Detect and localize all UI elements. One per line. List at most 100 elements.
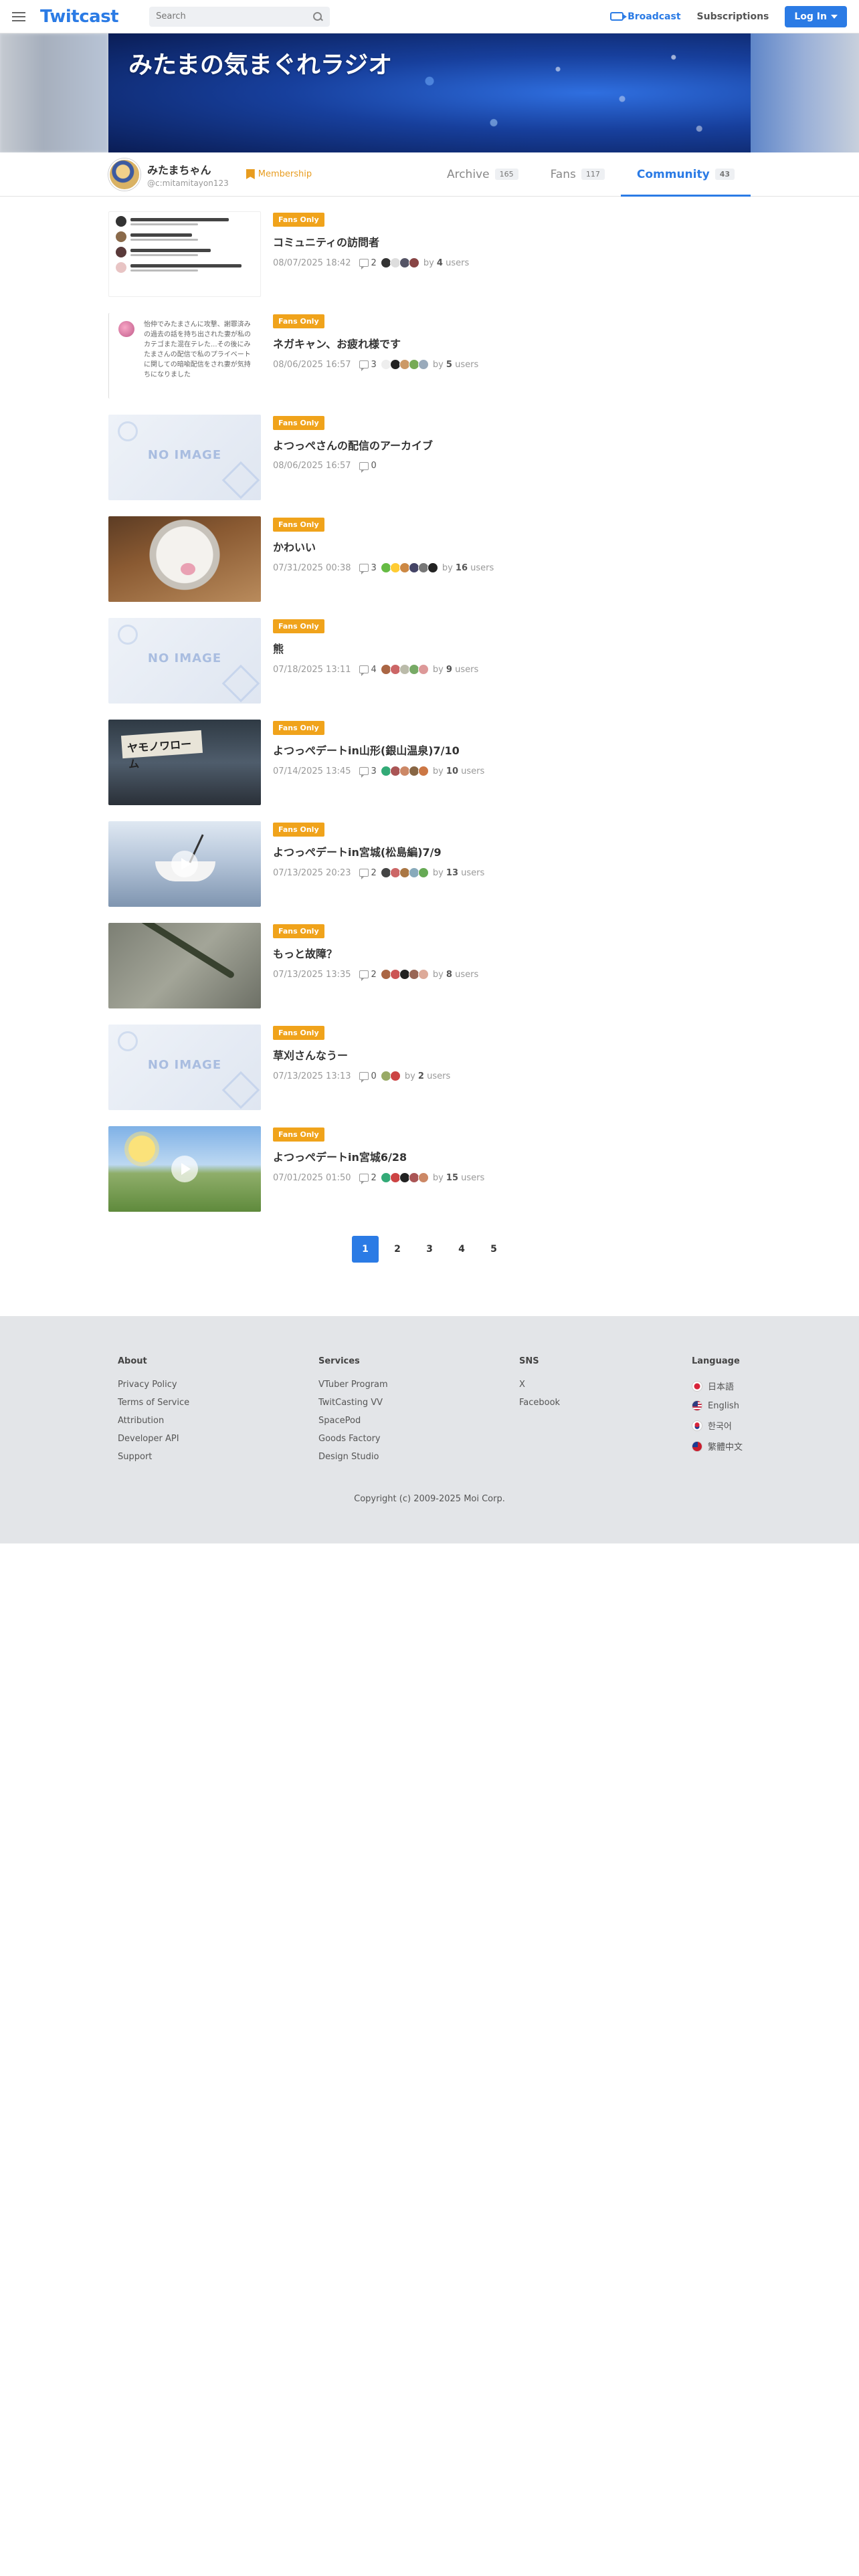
play-icon[interactable] (171, 851, 198, 877)
footer-about: About Privacy Policy Terms of Service At… (118, 1356, 318, 1470)
user-avatars (380, 867, 429, 878)
comment-icon (359, 461, 369, 473)
page-button[interactable]: 3 (416, 1236, 443, 1263)
play-icon[interactable] (171, 1156, 198, 1182)
fans-only-badge: Fans Only (273, 518, 324, 532)
post-thumbnail[interactable]: 怡仲でみたまさんに攻撃、謝罪済みの過去の話を持ち出された妻が私のカテゴまた混在テ… (108, 313, 261, 399)
search-icon[interactable] (312, 11, 323, 22)
post-date: 08/07/2025 18:42 (273, 257, 351, 268)
post-title[interactable]: 草刈さんなうー (273, 1047, 450, 1063)
logo[interactable]: Twitcast (40, 7, 119, 27)
avatar[interactable] (108, 158, 140, 191)
broadcast-button[interactable]: Broadcast (610, 11, 681, 22)
post-title[interactable]: よつっぺデートin宮城(松島編)7/9 (273, 843, 484, 859)
post-meta: 08/06/2025 16:57 0 (273, 461, 433, 473)
post-date: 07/18/2025 13:11 (273, 664, 351, 675)
post-thumbnail[interactable] (108, 1126, 261, 1212)
list-item[interactable]: NO IMAGE Fans Only 熊 07/18/2025 13:11 4 … (108, 603, 751, 705)
login-button[interactable]: Log In (785, 5, 847, 27)
thumbnail-text: ヤモノワローム (126, 737, 192, 771)
list-item[interactable]: Fans Only コミュニティの訪問者 08/07/2025 18:42 2 … (108, 197, 751, 298)
post-title[interactable]: もっと故障？ (273, 945, 478, 961)
comment-icon (359, 1072, 369, 1083)
footer-link[interactable]: Design Studio (318, 1452, 519, 1462)
post-title[interactable]: 熊 (273, 640, 478, 656)
language-option[interactable]: English (692, 1400, 859, 1411)
page-button[interactable]: 4 (448, 1236, 475, 1263)
list-item[interactable]: 怡仲でみたまさんに攻撃、謝罪済みの過去の話を持ち出された妻が私のカテゴまた混在テ… (108, 298, 751, 400)
footer-link[interactable]: Developer API (118, 1434, 318, 1444)
fans-only-badge: Fans Only (273, 213, 324, 227)
language-option[interactable]: 繁體中文 (692, 1440, 859, 1453)
comment-count: 2 (371, 867, 377, 878)
hamburger-menu-icon[interactable] (12, 8, 29, 25)
post-thumbnail[interactable]: NO IMAGE (108, 415, 261, 500)
list-item[interactable]: NO IMAGE Fans Only 草刈さんなうー 07/13/2025 13… (108, 1010, 751, 1111)
post-date: 07/31/2025 00:38 (273, 562, 351, 573)
subscriptions-link[interactable]: Subscriptions (697, 11, 769, 22)
list-item[interactable]: Fans Only もっと故障？ 07/13/2025 13:35 2 by 8… (108, 908, 751, 1010)
list-item[interactable]: ヤモノワローム Fans Only よつっぺデートin山形(銀山温泉)7/10 … (108, 705, 751, 807)
post-thumbnail[interactable] (108, 516, 261, 602)
post-title[interactable]: よつっぺさんの配信のアーカイブ (273, 437, 433, 453)
footer-link[interactable]: Support (118, 1452, 318, 1462)
users-count: by 10 users (432, 766, 485, 776)
footer-link[interactable]: SpacePod (318, 1416, 519, 1426)
footer-link[interactable]: Privacy Policy (118, 1380, 318, 1390)
broadcast-label: Broadcast (628, 11, 681, 22)
us-flag-icon (692, 1400, 702, 1411)
list-item[interactable]: Fans Only よつっぺデートin宮城(松島編)7/9 07/13/2025… (108, 807, 751, 908)
fans-only-badge: Fans Only (273, 1128, 324, 1142)
post-thumbnail[interactable]: NO IMAGE (108, 618, 261, 704)
post-meta: 08/07/2025 18:42 2 by 4 users (273, 257, 470, 270)
profile-name[interactable]: みたまちゃん (147, 161, 229, 177)
list-item[interactable]: NO IMAGE Fans Only よつっぺさんの配信のアーカイブ 08/06… (108, 400, 751, 502)
post-thumbnail[interactable] (108, 821, 261, 907)
language-option[interactable]: 日本語 (692, 1380, 859, 1392)
comment-icon (359, 259, 369, 270)
users-count: by 2 users (404, 1071, 451, 1081)
comment-count: 3 (371, 766, 377, 776)
post-title[interactable]: よつっぺデートin山形(銀山温泉)7/10 (273, 742, 484, 758)
post-meta: 07/13/2025 20:23 2 by 13 users (273, 867, 484, 879)
page-button[interactable]: 5 (480, 1236, 507, 1263)
footer-link[interactable]: TwitCasting VV (318, 1398, 519, 1408)
post-title[interactable]: かわいい (273, 538, 494, 554)
post-thumbnail[interactable]: NO IMAGE (108, 1025, 261, 1110)
search-bar[interactable] (149, 6, 330, 27)
tab-archive[interactable]: Archive 165 (431, 152, 535, 196)
membership-label: Membership (258, 169, 312, 179)
comment-count: 2 (371, 1172, 377, 1183)
language-option[interactable]: 한국어 (692, 1419, 859, 1432)
footer-link[interactable]: Goods Factory (318, 1434, 519, 1444)
page-button[interactable]: 2 (384, 1236, 411, 1263)
footer-link[interactable]: Terms of Service (118, 1398, 318, 1408)
tab-count: 117 (581, 169, 605, 180)
post-date: 08/06/2025 16:57 (273, 461, 351, 471)
list-item[interactable]: Fans Only よつっぺデートin宮城6/28 07/01/2025 01:… (108, 1111, 751, 1213)
post-thumbnail[interactable]: ヤモノワローム (108, 720, 261, 805)
post-thumbnail[interactable] (108, 211, 261, 297)
post-date: 07/13/2025 13:35 (273, 969, 351, 980)
post-thumbnail[interactable] (108, 923, 261, 1008)
banner-blur-left (0, 33, 108, 152)
tab-fans[interactable]: Fans 117 (535, 152, 621, 196)
users-count: by 8 users (432, 969, 479, 980)
search-input[interactable] (156, 11, 313, 21)
post-date: 07/01/2025 01:50 (273, 1172, 351, 1183)
page-button[interactable]: 1 (352, 1236, 379, 1263)
footer-link[interactable]: X (519, 1380, 692, 1390)
fans-only-badge: Fans Only (273, 619, 324, 633)
tab-community[interactable]: Community 43 (620, 152, 751, 197)
list-item[interactable]: Fans Only かわいい 07/31/2025 00:38 3 by 16 … (108, 502, 751, 603)
comment-icon (359, 1174, 369, 1184)
post-title[interactable]: コミュニティの訪問者 (273, 233, 469, 249)
users-count: by 4 users (423, 257, 470, 268)
footer-link[interactable]: Attribution (118, 1416, 318, 1426)
post-title[interactable]: ネガキャン、お疲れ様です (273, 335, 478, 351)
footer-link[interactable]: VTuber Program (318, 1380, 519, 1390)
post-meta: 08/06/2025 16:57 3 by 5 users (273, 359, 478, 371)
footer-link[interactable]: Facebook (519, 1398, 692, 1408)
post-title[interactable]: よつっぺデートin宮城6/28 (273, 1148, 484, 1164)
membership-link[interactable]: Membership (246, 169, 312, 179)
